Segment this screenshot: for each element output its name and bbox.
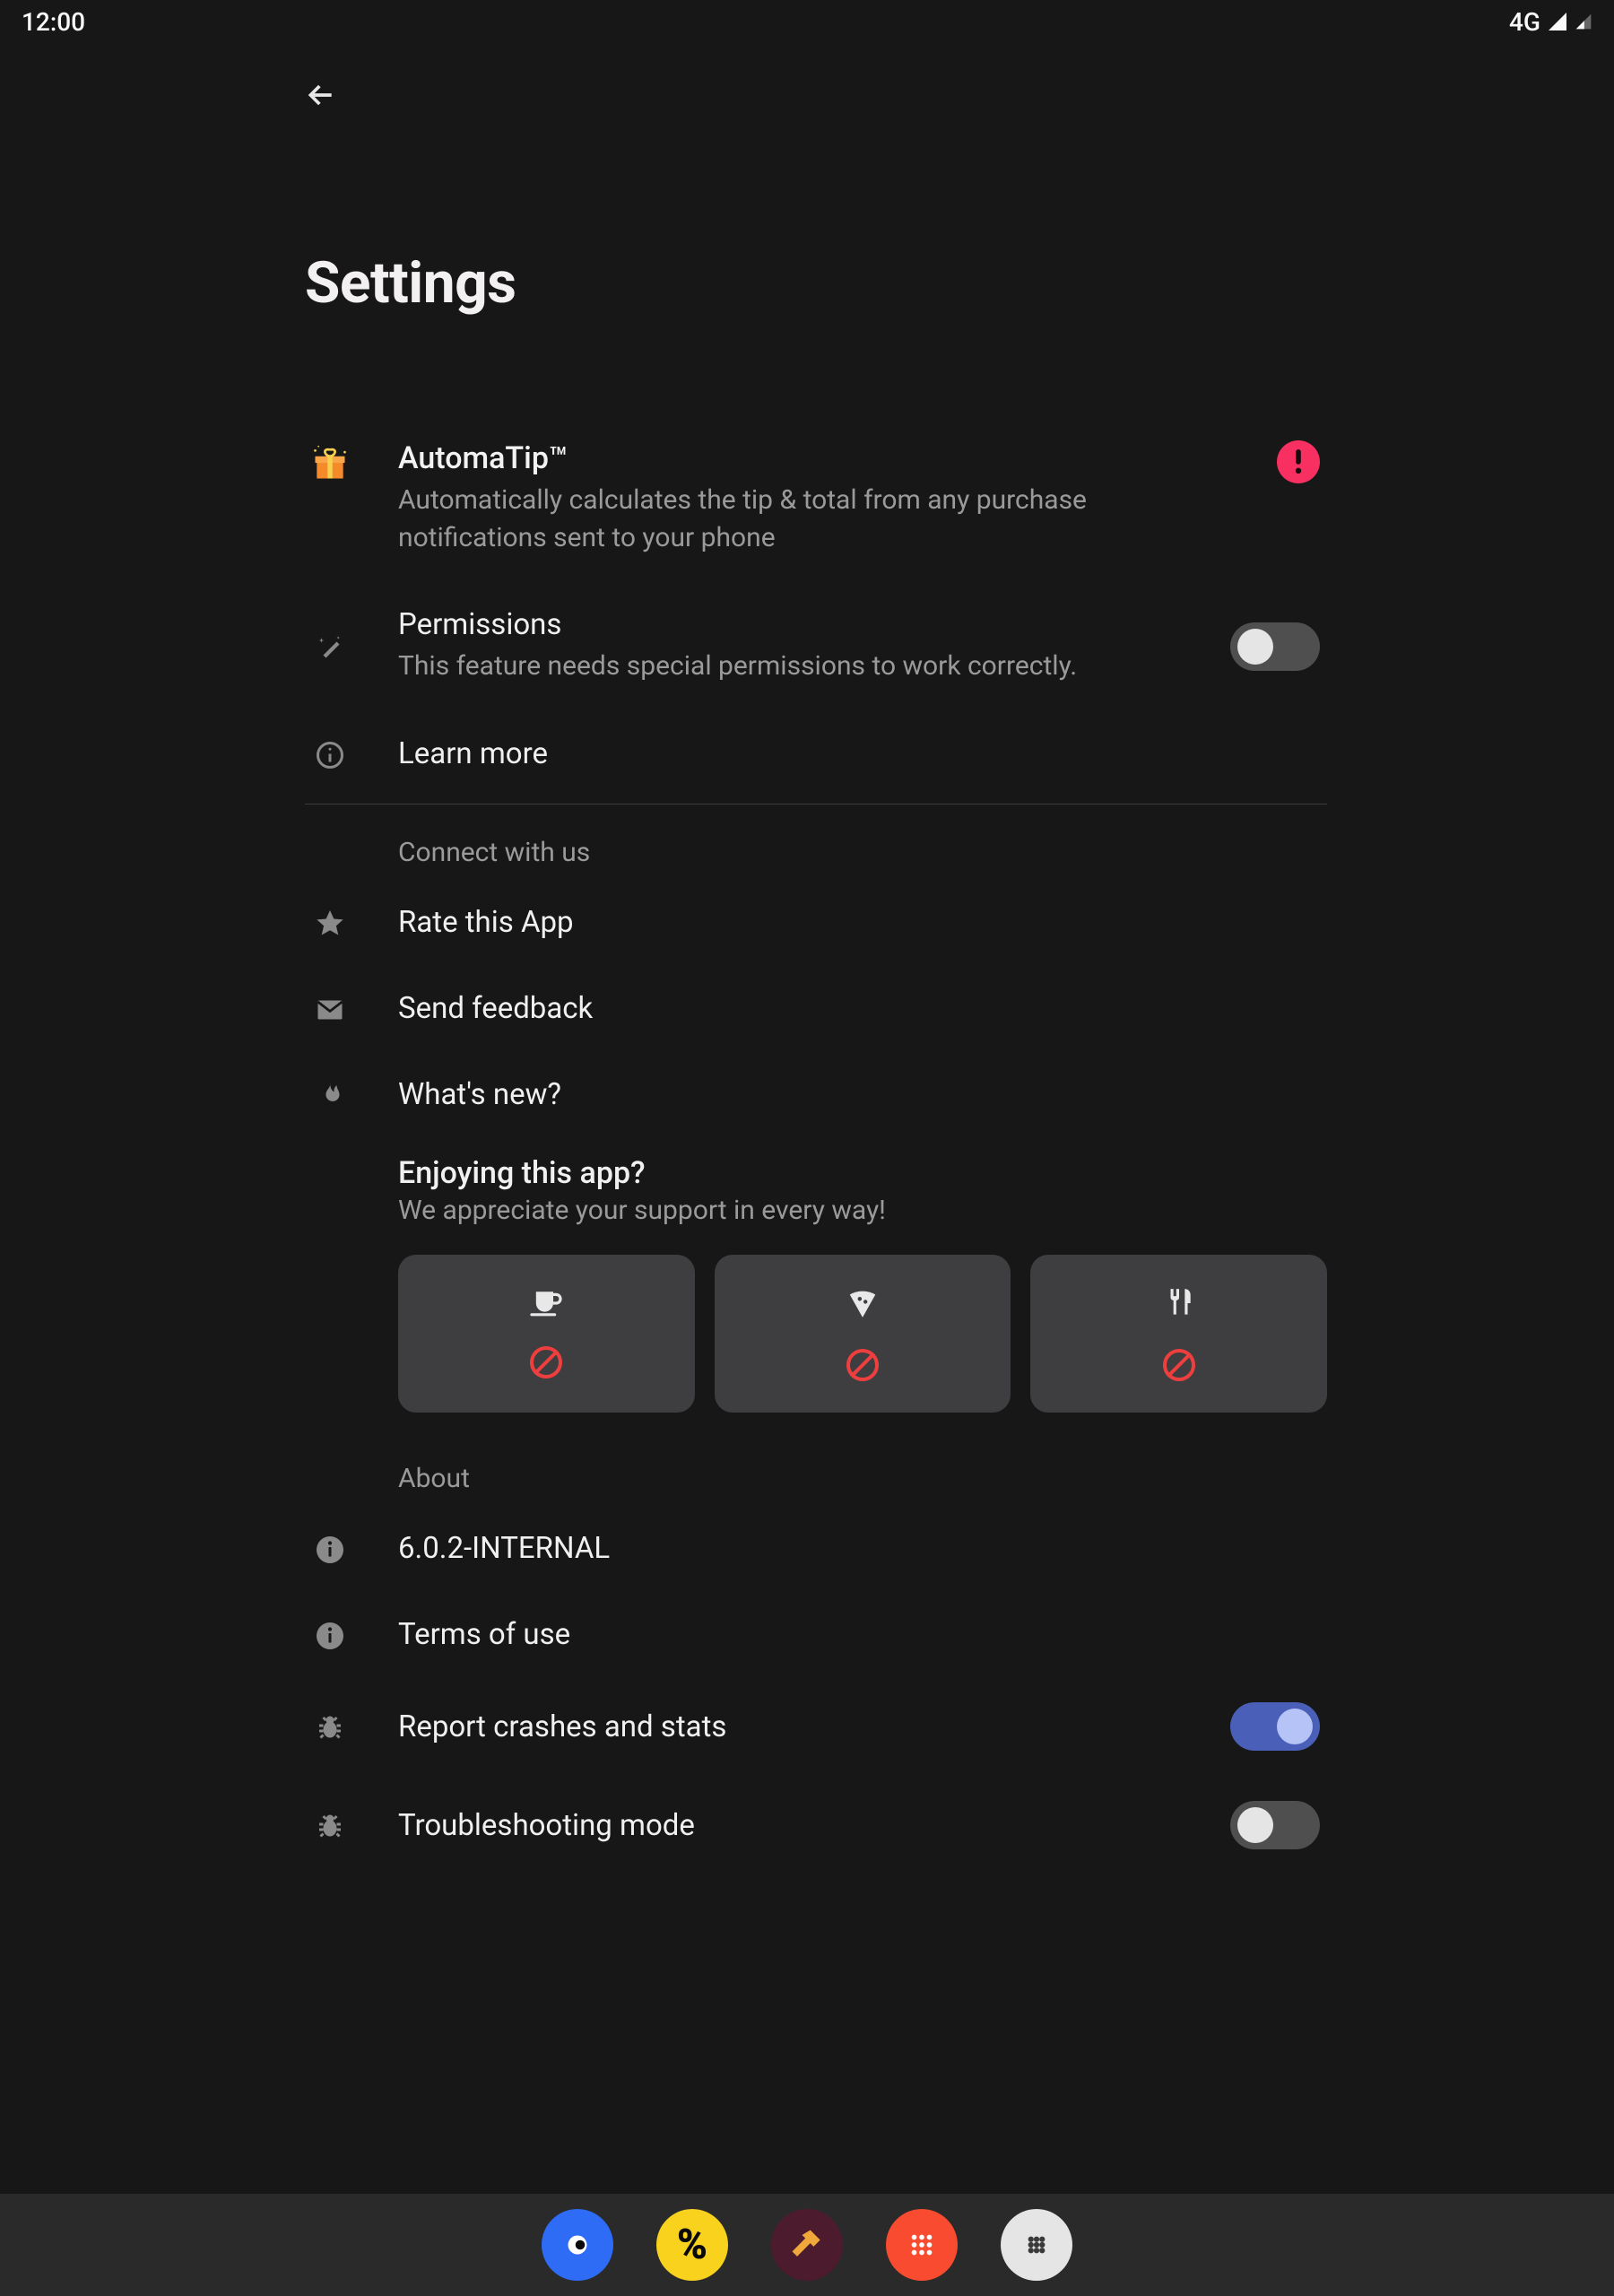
gift-icon bbox=[305, 444, 355, 483]
support-coffee-button[interactable] bbox=[398, 1255, 695, 1413]
support-pizza-button[interactable] bbox=[715, 1255, 1011, 1413]
troubleshoot-label: Troubleshooting mode bbox=[398, 1808, 1187, 1843]
send-feedback-row[interactable]: Send feedback bbox=[305, 965, 1327, 1051]
wand-icon bbox=[305, 632, 355, 665]
report-crashes-row[interactable]: Report crashes and stats bbox=[305, 1677, 1327, 1776]
back-button[interactable] bbox=[301, 75, 341, 115]
version-row[interactable]: 6.0.2-INTERNAL bbox=[305, 1505, 1327, 1591]
coffee-icon bbox=[528, 1289, 564, 1318]
terms-row[interactable]: Terms of use bbox=[305, 1591, 1327, 1677]
signal-full-icon bbox=[1546, 11, 1569, 32]
alert-badge bbox=[1277, 440, 1320, 483]
eye-dot-icon bbox=[561, 2229, 594, 2261]
troubleshoot-toggle[interactable] bbox=[1230, 1801, 1320, 1849]
info-outline-icon bbox=[305, 739, 355, 771]
permissions-toggle[interactable] bbox=[1230, 622, 1320, 671]
signal-partial-icon bbox=[1575, 11, 1592, 32]
automatip-title: AutomaTip™ bbox=[398, 440, 1234, 476]
page-title: Settings bbox=[305, 249, 1327, 317]
status-bar: 12:00 4G bbox=[0, 0, 1614, 43]
report-crashes-toggle[interactable] bbox=[1230, 1702, 1320, 1751]
learn-more-label: Learn more bbox=[398, 736, 1327, 771]
info-icon bbox=[305, 1534, 355, 1566]
prohibited-icon bbox=[1163, 1349, 1195, 1381]
bottom-nav: % bbox=[0, 2194, 1614, 2296]
whatsnew-label: What's new? bbox=[398, 1077, 1327, 1112]
terms-label: Terms of use bbox=[398, 1617, 1327, 1652]
whats-new-row[interactable]: What's new? bbox=[305, 1051, 1327, 1137]
support-title: Enjoying this app? bbox=[398, 1155, 1327, 1191]
exclamation-icon bbox=[1294, 449, 1303, 474]
support-meal-button[interactable] bbox=[1030, 1255, 1327, 1413]
automatip-description: Automatically calculates the tip & total… bbox=[398, 482, 1098, 557]
status-indicators: 4G bbox=[1509, 7, 1592, 37]
permissions-sub: This feature needs special permissions t… bbox=[398, 648, 1187, 685]
automatip-row[interactable]: AutomaTip™ Automatically calculates the … bbox=[305, 415, 1327, 582]
about-header: About bbox=[305, 1431, 1327, 1505]
permissions-title: Permissions bbox=[398, 607, 1187, 642]
bug-icon bbox=[305, 1712, 355, 1744]
utensils-icon bbox=[1162, 1286, 1196, 1320]
nav-app-drawer[interactable] bbox=[1001, 2209, 1072, 2281]
status-time: 12:00 bbox=[22, 7, 85, 37]
report-label: Report crashes and stats bbox=[398, 1709, 1187, 1744]
info-icon bbox=[305, 1620, 355, 1652]
rate-label: Rate this App bbox=[398, 905, 1327, 940]
apps-icon bbox=[1023, 2231, 1050, 2258]
mail-icon bbox=[305, 994, 355, 1026]
connect-header: Connect with us bbox=[305, 804, 1327, 879]
grid-icon bbox=[907, 2230, 937, 2260]
nav-app-3[interactable] bbox=[771, 2209, 843, 2281]
troubleshoot-row[interactable]: Troubleshooting mode bbox=[305, 1776, 1327, 1874]
rate-app-row[interactable]: Rate this App bbox=[305, 879, 1327, 965]
nav-app-2[interactable]: % bbox=[656, 2209, 728, 2281]
nav-app-1[interactable] bbox=[542, 2209, 613, 2281]
network-label: 4G bbox=[1509, 7, 1540, 37]
star-icon bbox=[305, 908, 355, 940]
pizza-icon bbox=[846, 1286, 880, 1320]
permissions-row[interactable]: Permissions This feature needs special p… bbox=[305, 582, 1327, 710]
arrow-back-icon bbox=[303, 77, 339, 113]
flame-icon bbox=[305, 1080, 355, 1112]
prohibited-icon bbox=[530, 1346, 562, 1378]
nav-app-4[interactable] bbox=[886, 2209, 958, 2281]
version-label: 6.0.2-INTERNAL bbox=[398, 1531, 1327, 1566]
broom-icon bbox=[787, 2225, 827, 2265]
percent-icon: % bbox=[677, 2221, 707, 2269]
support-sub: We appreciate your support in every way! bbox=[398, 1195, 1327, 1226]
feedback-label: Send feedback bbox=[398, 991, 1327, 1026]
learn-more-row[interactable]: Learn more bbox=[305, 710, 1327, 796]
bug-icon bbox=[305, 1811, 355, 1843]
prohibited-icon bbox=[846, 1349, 879, 1381]
